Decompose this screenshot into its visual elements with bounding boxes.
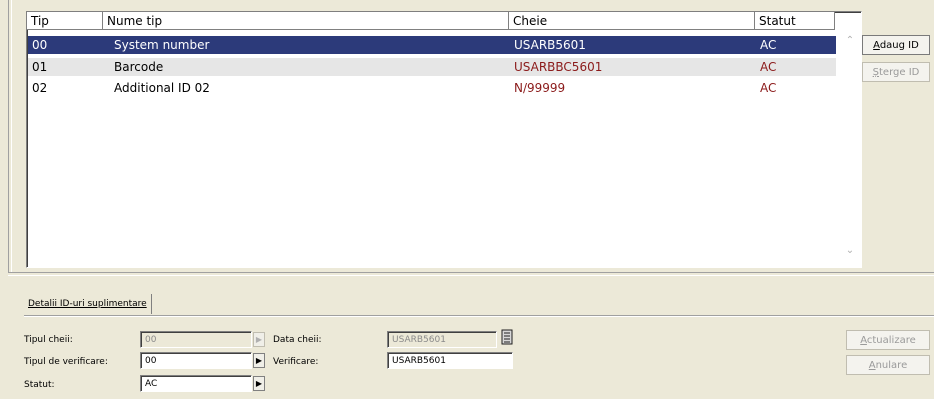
key-data-field[interactable]: USARB5601 [387,331,497,348]
column-header-cheie[interactable]: Cheie [509,12,755,30]
cancel-button[interactable]: Anulare [846,355,930,375]
table-row[interactable]: 01 Barcode USARBBC5601 AC [28,58,836,76]
verification-field[interactable]: USARB5601 [387,352,513,369]
cancel-accel: A [868,360,876,371]
update-accel: A [860,335,867,346]
ids-grid[interactable]: Tip Nume tip Cheie Statut 00 System numb… [26,11,862,268]
verification-label: Verificare: [273,357,319,367]
update-button[interactable]: Actualizare [846,330,930,350]
verify-type-field[interactable]: 00 [140,352,252,369]
column-header-statut[interactable]: Statut [755,12,835,30]
verify-type-label: Tipul de verificare: [24,357,108,367]
key-type-label: Tipul cheii: [24,335,73,345]
cell-cheie: USARBBC5601 [514,60,603,74]
key-data-label: Data cheii: [273,335,322,345]
table-row[interactable]: 02 Additional ID 02 N/99999 AC [28,79,836,97]
add-id-button[interactable]: Adaug ID [862,35,930,55]
delete-id-button[interactable]: Șterge ID [862,62,930,82]
cell-statut: AC [760,60,777,74]
section-divider [8,272,934,276]
panel-left-edge [8,0,12,272]
key-type-dropdown-icon[interactable]: ▶ [253,332,265,347]
cell-tip: 01 [32,60,48,74]
cancel-label: nulare [875,360,908,371]
add-id-accel: A [873,40,880,51]
cell-statut: AC [760,38,777,52]
verify-type-dropdown-icon[interactable]: ▶ [253,353,265,368]
cell-cheie: USARB5601 [514,38,586,52]
cell-cheie: N/99999 [514,81,566,95]
status-label: Statut: [24,380,55,390]
cell-nume-tip: Additional ID 02 [114,81,210,95]
column-header-tip[interactable]: Tip [27,12,103,30]
add-id-label: daug ID [879,40,919,51]
tab-detalii-id-uri[interactable]: Detalii ID-uri suplimentare [24,294,152,314]
scroll-up-icon[interactable]: ⌃ [843,34,857,48]
status-dropdown-icon[interactable]: ▶ [253,376,265,391]
delete-id-label: terge ID [879,67,920,78]
status-field[interactable]: AC [140,375,252,392]
scroll-down-icon[interactable]: ⌄ [843,244,857,258]
column-header-nume-tip[interactable]: Nume tip [103,12,509,30]
cell-tip: 00 [32,38,48,52]
cell-nume-tip: System number [114,38,210,52]
grid-vertical-scrollbar[interactable]: ⌃ ⌄ [839,30,861,264]
cell-statut: AC [760,81,777,95]
table-row[interactable]: 00 System number USARB5601 AC [28,36,836,54]
tab-underline [24,315,934,317]
key-data-picker-icon[interactable] [501,329,513,345]
cell-tip: 02 [32,81,48,95]
cell-nume-tip: Barcode [114,60,164,74]
update-label: ctualizare [866,335,916,346]
key-type-field[interactable]: 00 [140,331,252,348]
